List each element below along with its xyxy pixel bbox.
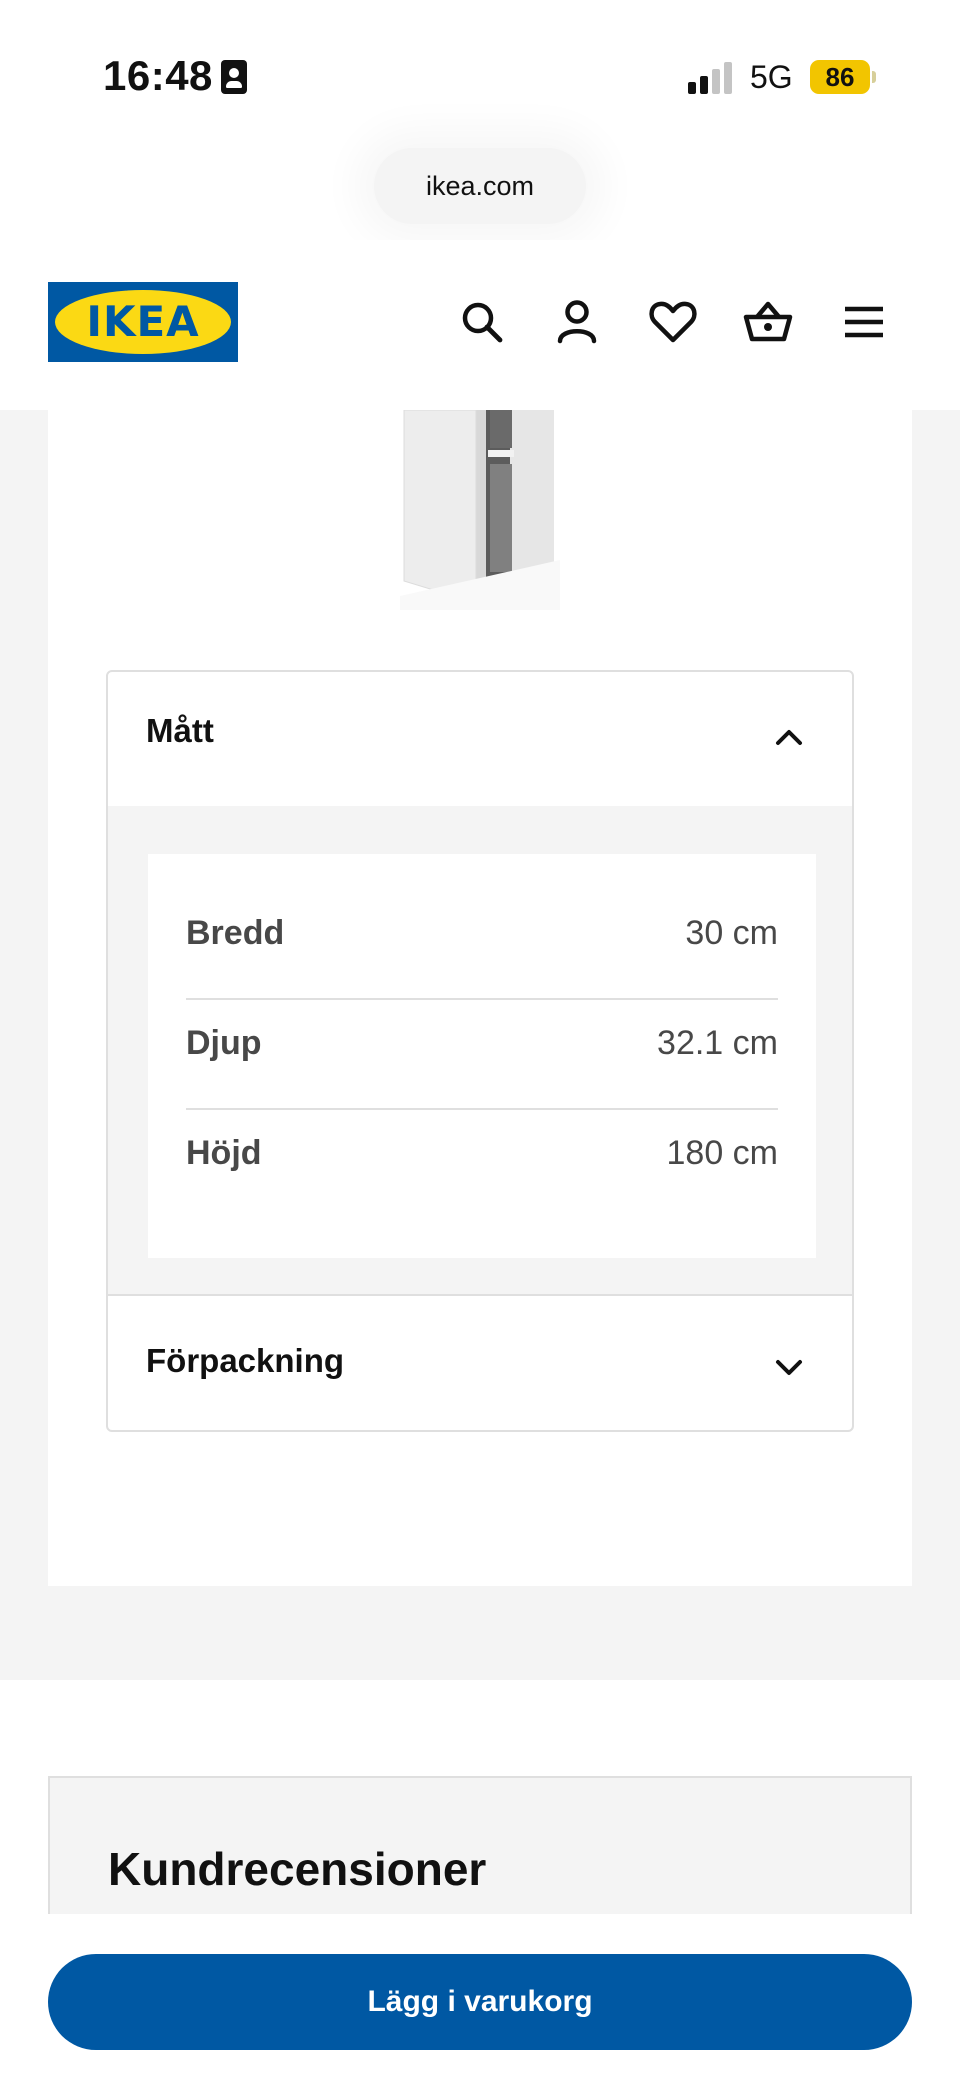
reviews-heading: Kundrecensioner <box>108 1843 487 1895</box>
dimension-label: Djup <box>186 1024 262 1062</box>
chevron-down-icon <box>776 1360 802 1375</box>
status-time: 16:48 <box>103 52 213 99</box>
dimension-row: Djup 32.1 cm <box>186 992 778 1102</box>
dimensions-table: Bredd 30 cm Djup 32.1 cm Höjd 180 cm <box>148 854 816 1258</box>
logo-text: IKEA <box>86 297 200 346</box>
accordion-packaging-header[interactable]: Förpackning <box>108 1298 852 1424</box>
product-image <box>400 409 560 610</box>
add-to-cart-button[interactable]: Lägg i varukorg <box>48 1954 912 2050</box>
network-type: 5G <box>750 59 793 95</box>
search-icon[interactable] <box>455 295 509 349</box>
contact-card-icon <box>221 60 247 94</box>
cellular-signal-icon <box>688 62 732 94</box>
dimension-label: Bredd <box>186 914 285 952</box>
address-bar[interactable]: ikea.com <box>374 148 586 224</box>
dimension-row: Höjd 180 cm <box>186 1102 778 1212</box>
chevron-up-icon <box>776 730 802 745</box>
accordion-dimensions-panel: Bredd 30 cm Djup 32.1 cm Höjd 180 cm <box>108 806 852 1296</box>
accordion-dimensions-header[interactable]: Mått <box>108 672 852 798</box>
dimension-value: 30 cm <box>685 914 778 952</box>
dimension-value: 32.1 cm <box>657 1024 778 1062</box>
dimension-label: Höjd <box>186 1134 262 1172</box>
heart-icon[interactable] <box>646 295 700 349</box>
product-details-accordion: Mått Bredd 30 cm Djup 32.1 cm Höjd 180 c… <box>106 670 854 1432</box>
basket-icon[interactable] <box>741 295 795 349</box>
account-icon[interactable] <box>550 295 604 349</box>
battery-icon: 86 <box>810 60 870 94</box>
customer-reviews-section: Kundrecensioner <box>48 1776 912 1916</box>
status-bar: 16:48 5G 86 <box>0 0 960 140</box>
menu-icon[interactable] <box>837 295 891 349</box>
accordion-dimensions-title: Mått <box>146 712 214 749</box>
ikea-logo[interactable]: IKEA <box>48 282 238 362</box>
accordion-packaging-title: Förpackning <box>146 1342 345 1379</box>
battery-tip <box>872 71 876 83</box>
site-header: IKEA <box>0 240 960 410</box>
dimension-value: 180 cm <box>666 1134 779 1172</box>
dimension-row: Bredd 30 cm <box>186 882 778 992</box>
